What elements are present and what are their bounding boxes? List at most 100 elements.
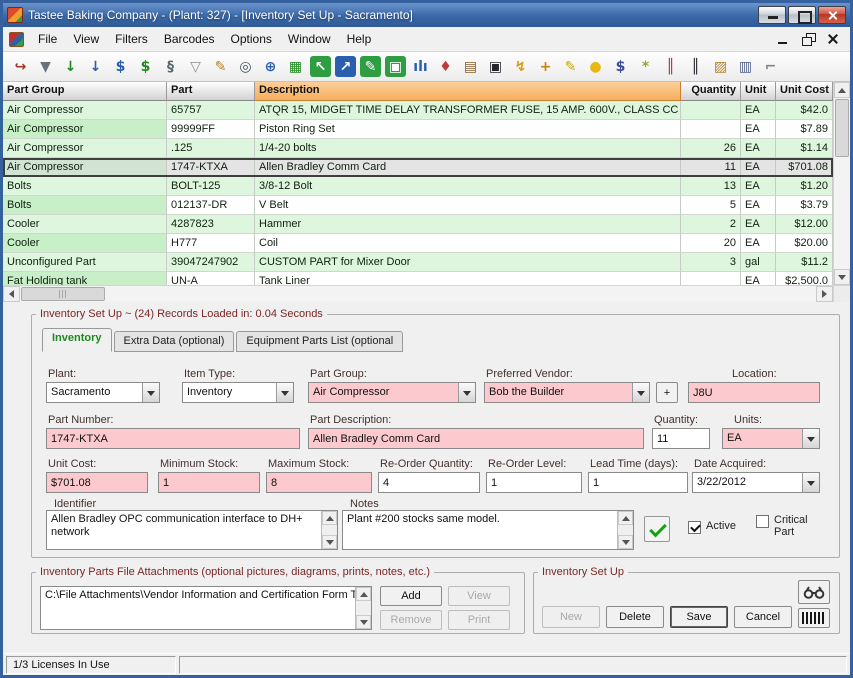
print-attachment-button[interactable]: Print (448, 610, 510, 630)
column-header-unit-cost[interactable]: Unit Cost (776, 82, 833, 101)
scroll-down-button[interactable] (834, 269, 850, 285)
import-cost-icon[interactable]: $ (135, 56, 156, 77)
tab-inventory[interactable]: Inventory (42, 328, 112, 352)
plant-select[interactable]: Sacramento (46, 382, 160, 403)
barcode-icon[interactable]: ║ (685, 56, 706, 77)
table-row[interactable]: Cooler H777 Coil 20 EA $20.00 (3, 234, 833, 253)
add-attachment-button[interactable]: Add (380, 586, 442, 606)
location-field[interactable] (688, 382, 820, 403)
horizontal-scroll-track[interactable] (106, 286, 816, 302)
active-checkbox[interactable]: Active (688, 520, 736, 534)
unit-cost-field[interactable] (46, 472, 148, 493)
catalog-icon[interactable]: ▥ (735, 56, 756, 77)
reorder-level-field[interactable] (486, 472, 582, 493)
chevron-down-icon[interactable] (632, 383, 649, 402)
minimum-stock-field[interactable] (158, 472, 260, 493)
export-cost-icon[interactable]: $ (110, 56, 131, 77)
lightning-icon[interactable]: ↯ (510, 56, 531, 77)
bar-chart-icon[interactable]: ılı (410, 56, 431, 77)
quantity-field[interactable] (652, 428, 710, 449)
menu-item[interactable]: Window (280, 29, 339, 49)
part-description-field[interactable] (308, 428, 644, 449)
table-row[interactable]: Air Compressor 1747-KTXA Allen Bradley C… (3, 158, 833, 177)
table-row[interactable]: Bolts 012137-DR V Belt 5 EA $3.79 (3, 196, 833, 215)
column-header-unit[interactable]: Unit (741, 82, 776, 101)
table-row[interactable]: Air Compressor 99999FF Piston Ring Set E… (3, 120, 833, 139)
key-icon[interactable]: ⌐ (760, 56, 781, 77)
maximum-stock-field[interactable] (266, 472, 372, 493)
menu-item[interactable]: Barcodes (156, 29, 223, 49)
preferred-vendor-select[interactable]: Bob the Builder (484, 382, 650, 403)
chevron-down-icon[interactable] (802, 429, 819, 448)
menu-item[interactable]: View (65, 29, 107, 49)
horizontal-scroll-thumb[interactable] (21, 287, 105, 301)
date-acquired-select[interactable]: 3/22/2012 (692, 472, 820, 493)
column-header-description[interactable]: Description (255, 82, 681, 101)
chevron-down-icon[interactable] (276, 383, 293, 402)
barcode-label-icon[interactable]: ║ (660, 56, 681, 77)
scroll-up-button[interactable] (322, 511, 337, 525)
scroll-down-button[interactable] (322, 535, 337, 549)
table-row[interactable]: Air Compressor .125 1/4-20 bolts 26 EA $… (3, 139, 833, 158)
import-parts-icon[interactable]: ↓ (60, 56, 81, 77)
add-vendor-button[interactable]: + (656, 382, 678, 403)
scroll-right-button[interactable] (816, 286, 833, 302)
tab-equipment-parts[interactable]: Equipment Parts List (optional (236, 331, 403, 352)
child-close-button[interactable] (823, 31, 843, 47)
scroll-down-button[interactable] (618, 535, 633, 549)
new-button[interactable]: New (542, 606, 600, 628)
identifier-field[interactable]: Allen Bradley OPC communication interfac… (46, 510, 338, 550)
table-row[interactable]: Unconfigured Part 39047247902 CUSTOM PAR… (3, 253, 833, 272)
column-header-quantity[interactable]: Quantity (681, 82, 741, 101)
first-record-icon[interactable]: ↖ (310, 56, 331, 77)
part-number-field[interactable] (46, 428, 300, 449)
globe-icon[interactable]: ⊕ (260, 56, 281, 77)
critical-part-checkbox[interactable]: Critical Part (756, 514, 818, 538)
barcode-button[interactable] (798, 608, 830, 628)
child-restore-button[interactable] (798, 31, 818, 47)
invoice-icon[interactable]: $ (610, 56, 631, 77)
column-header-part[interactable]: Part (167, 82, 255, 101)
edit-report-icon[interactable]: ✎ (210, 56, 231, 77)
exit-icon[interactable]: ↪ (10, 56, 31, 77)
checkbox-box[interactable] (756, 515, 769, 528)
chevron-down-icon[interactable] (802, 473, 819, 492)
confirm-check-button[interactable] (644, 516, 670, 542)
calendar-icon[interactable]: ▦ (285, 56, 306, 77)
save-button[interactable]: Save (670, 606, 728, 628)
view-record-icon[interactable]: ▣ (385, 56, 406, 77)
tools-icon[interactable]: + (535, 56, 556, 77)
table-row[interactable]: Air Compressor 65757 ATQR 15, MIDGET TIM… (3, 101, 833, 120)
notes-field[interactable]: Plant #200 stocks same model. (342, 510, 634, 550)
minimize-button[interactable] (758, 6, 786, 24)
lamp-icon[interactable]: ● (585, 56, 606, 77)
notes-document-icon[interactable]: § (160, 56, 181, 77)
clear-filter-icon[interactable]: ▽ (185, 56, 206, 77)
table-row[interactable]: Fat Holding tank UN-A Tank Liner EA $2,5… (3, 272, 833, 285)
horizontal-scrollbar[interactable] (3, 285, 833, 302)
table-row[interactable]: Cooler 4287823 Hammer 2 EA $12.00 (3, 215, 833, 234)
close-button[interactable] (818, 6, 846, 24)
table-row[interactable]: Bolts BOLT-125 3/8-12 Bolt 13 EA $1.20 (3, 177, 833, 196)
maintenance-icon[interactable]: * (635, 56, 656, 77)
reorder-quantity-field[interactable] (378, 472, 480, 493)
child-minimize-button[interactable] (773, 31, 793, 47)
vertical-scroll-thumb[interactable] (835, 99, 849, 157)
column-header-part-group[interactable]: Part Group (3, 82, 167, 101)
chevron-down-icon[interactable] (458, 383, 475, 402)
lead-time-field[interactable] (588, 472, 688, 493)
pin-icon[interactable]: ♦ (435, 56, 456, 77)
next-record-icon[interactable]: ↗ (335, 56, 356, 77)
edit-record-icon[interactable]: ✎ (360, 56, 381, 77)
report-chart-icon[interactable]: ▨ (710, 56, 731, 77)
scroll-down-button[interactable] (356, 615, 371, 629)
tab-extra-data[interactable]: Extra Data (optional) (114, 331, 235, 352)
scroll-up-button[interactable] (356, 587, 371, 601)
part-group-select[interactable]: Air Compressor (308, 382, 476, 403)
scroll-up-button[interactable] (834, 82, 850, 98)
pencil-ruler-icon[interactable]: ✎ (560, 56, 581, 77)
library-icon[interactable]: ▤ (460, 56, 481, 77)
item-type-select[interactable]: Inventory (182, 382, 294, 403)
vertical-scrollbar[interactable] (833, 82, 850, 302)
menu-item[interactable]: File (30, 29, 65, 49)
